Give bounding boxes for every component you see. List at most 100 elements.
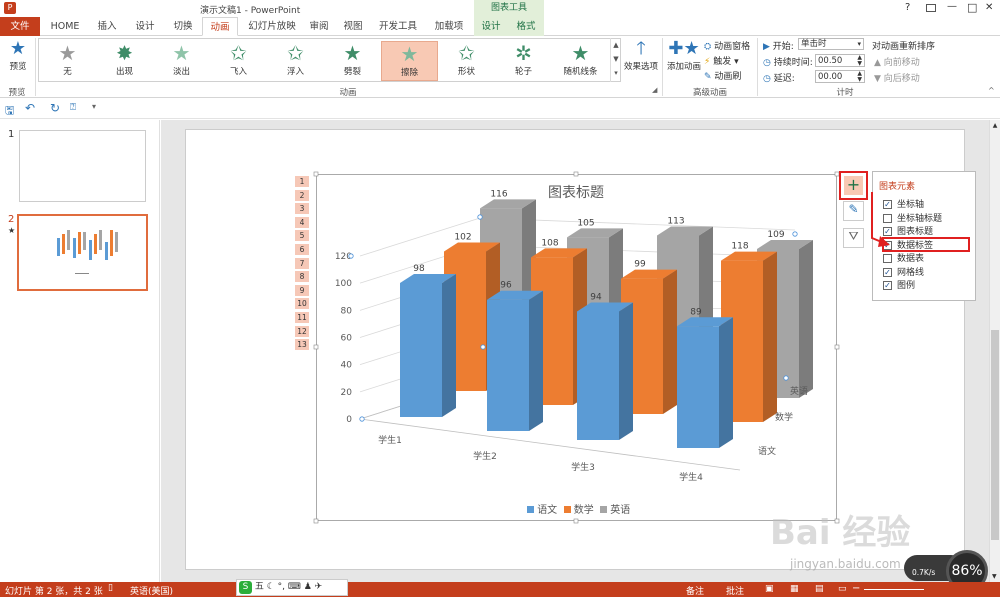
add-star-icon: ✚★ <box>668 38 700 59</box>
preview-label: 预览 <box>9 62 27 72</box>
chart-styles-button[interactable]: ✎ <box>843 201 864 221</box>
row-number: 7 <box>295 257 309 269</box>
row-number: 8 <box>295 271 309 283</box>
tab-chart-design[interactable]: 设计 <box>474 17 508 36</box>
effect-float-in[interactable]: ✩ 浮入 <box>267 41 324 81</box>
scroll-up-icon[interactable]: ▲ <box>990 122 1000 129</box>
effect-fade[interactable]: ★ 淡出 <box>153 41 210 81</box>
delay-input[interactable]: 00.00 ▲ ▼ <box>815 70 865 83</box>
slideshow-icon[interactable]: ▭ <box>838 584 847 594</box>
tab-view[interactable]: 视图 <box>338 17 368 36</box>
effect-none[interactable]: ★ 无 <box>39 41 96 81</box>
effect-shape[interactable]: ✩ 形状 <box>438 41 495 81</box>
star-outline-icon: ✩ <box>230 41 247 65</box>
watermark-url: jingyan.baidu.com <box>790 557 901 571</box>
tab-transitions[interactable]: 切换 <box>166 17 200 36</box>
vertical-scrollbar[interactable]: ▲ ▼ <box>989 120 1000 582</box>
legend-item: 语文 <box>527 505 557 516</box>
star-icon: ★ <box>172 41 191 65</box>
option-label: 数据表 <box>897 254 925 264</box>
animation-star-icon: ★ <box>8 226 16 235</box>
chevron-down-icon: ▾ <box>857 40 861 48</box>
duration-input[interactable]: 00.50 ▲ ▼ <box>815 54 865 67</box>
restore-ribbon-icon[interactable] <box>926 4 936 12</box>
effect-wipe[interactable]: ★ 擦除 <box>381 41 438 81</box>
slide-number: 2 <box>8 214 15 225</box>
tab-home[interactable]: HOME <box>44 17 86 36</box>
normal-view-icon[interactable]: ▣ <box>765 584 774 594</box>
move-later-button[interactable]: ▼ 向后移动 <box>874 71 920 84</box>
start-select[interactable]: 单击时 ▾ <box>798 38 864 50</box>
ime-toolbar[interactable]: S 五 ☾ °, ⌨ ♟ ✈ <box>236 579 348 596</box>
effect-wheel[interactable]: ✲ 轮子 <box>495 41 552 81</box>
animation-painter-button[interactable]: ✎ 动画刷 <box>704 69 741 82</box>
effect-split[interactable]: ★ 劈裂 <box>324 41 381 81</box>
scroll-thumb[interactable] <box>991 330 999 540</box>
language[interactable]: 英语(美国) <box>130 584 173 597</box>
dialog-launcher-icon[interactable]: ◢ <box>652 86 657 94</box>
chart-element-option[interactable]: ✓ 图例 <box>883 278 915 291</box>
chart-frame[interactable] <box>316 174 837 521</box>
checkbox-checked-icon[interactable]: ✓ <box>883 267 892 277</box>
effect-options-button[interactable]: 🡑 效果选项 <box>622 38 660 84</box>
customize-qat-icon[interactable]: ▾ <box>92 102 96 111</box>
chart-element-option[interactable]: 数据表 <box>883 251 924 264</box>
save-icon[interactable]: 🖫 <box>5 102 14 121</box>
gallery-scroll[interactable]: ▲ ▼ ▾ <box>610 38 621 82</box>
collapse-ribbon-icon[interactable]: ^ <box>988 86 995 95</box>
row-number: 3 <box>295 203 309 215</box>
delay-label: ◷ 延迟: <box>763 74 795 84</box>
tab-insert[interactable]: 插入 <box>90 17 124 36</box>
star-icon: ★ <box>400 42 419 66</box>
comments-button[interactable]: 批注 <box>726 584 744 597</box>
spinner-icon: ▲ ▼ <box>857 70 862 83</box>
spellcheck-icon[interactable]: ▯ <box>108 583 113 593</box>
chart-filters-button[interactable]: ⛛ <box>843 228 864 248</box>
start-from-beginning-icon[interactable]: ⍰ <box>70 102 76 113</box>
window-title: 演示文稿1 - PowerPoint <box>200 6 301 16</box>
chart-legend[interactable]: 语文 数学 英语 <box>527 501 630 516</box>
tab-slideshow[interactable]: 幻灯片放映 <box>242 17 302 36</box>
reading-view-icon[interactable]: ▤ <box>815 584 824 594</box>
undo-icon[interactable]: ↶ <box>25 101 35 115</box>
effect-fly-in[interactable]: ✩ 飞入 <box>210 41 267 81</box>
redo-icon[interactable]: ↻ <box>50 101 60 115</box>
red-arrow <box>871 192 890 247</box>
zoom-out-icon[interactable]: − <box>852 583 860 594</box>
slide-thumbnail-1[interactable] <box>19 130 146 202</box>
maximize-icon[interactable]: □ <box>967 1 977 14</box>
slide-sorter-icon[interactable]: ▦ <box>790 584 799 594</box>
zoom-slider[interactable] <box>864 589 924 590</box>
move-earlier-button[interactable]: ▲ 向前移动 <box>874 55 920 68</box>
trigger-button[interactable]: ⚡ 触发 ▾ <box>704 54 739 67</box>
add-animation-button[interactable]: ✚★ 添加动画 <box>665 38 703 84</box>
chart-element-option[interactable]: ✓ 网格线 <box>883 265 924 278</box>
app-icon[interactable]: P <box>4 2 16 14</box>
effect-random-bars[interactable]: ★ 随机线条 <box>552 41 609 81</box>
chart-title[interactable]: 图表标题 <box>516 182 636 202</box>
close-icon[interactable]: ✕ <box>985 2 993 13</box>
ribbon: ★ 预览 预览 ★ 无 ✸ 出现 ★ 淡出 ✩ 飞入 ✩ 浮入 ★ 劈裂 ★ 擦除 ✩ 形状 ✲… <box>0 36 1000 98</box>
animation-pane-button[interactable]: ⛭ 动画窗格 <box>704 39 750 52</box>
tab-chart-format[interactable]: 格式 <box>508 17 544 36</box>
painter-icon: ✎ <box>704 72 712 82</box>
tab-design[interactable]: 设计 <box>128 17 162 36</box>
preview-button[interactable]: ★ 预览 <box>3 38 33 82</box>
tab-developer[interactable]: 开发工具 <box>372 17 424 36</box>
tab-addins[interactable]: 加载项 <box>428 17 470 36</box>
tab-animations[interactable]: 动画 <box>202 17 238 36</box>
scroll-down-icon[interactable]: ▼ <box>992 573 997 580</box>
up-arrow-icon: 🡑 <box>636 38 646 59</box>
quick-access-toolbar: 🖫 ↶ ↻ ⍰ ▾ <box>0 99 1000 119</box>
checkbox-icon[interactable] <box>883 254 892 263</box>
minimize-icon[interactable]: — <box>947 1 957 12</box>
tab-review[interactable]: 审阅 <box>304 17 334 36</box>
effect-appear[interactable]: ✸ 出现 <box>96 41 153 81</box>
start-label: ▶ 开始: <box>763 42 794 52</box>
preview-star-icon: ★ <box>9 38 27 59</box>
notes-button[interactable]: 备注 <box>686 584 704 597</box>
checkbox-checked-icon[interactable]: ✓ <box>883 281 892 290</box>
tab-file[interactable]: 文件 <box>0 17 40 36</box>
slide-thumbnail-2[interactable] <box>17 214 148 291</box>
help-icon[interactable]: ? <box>905 2 910 13</box>
